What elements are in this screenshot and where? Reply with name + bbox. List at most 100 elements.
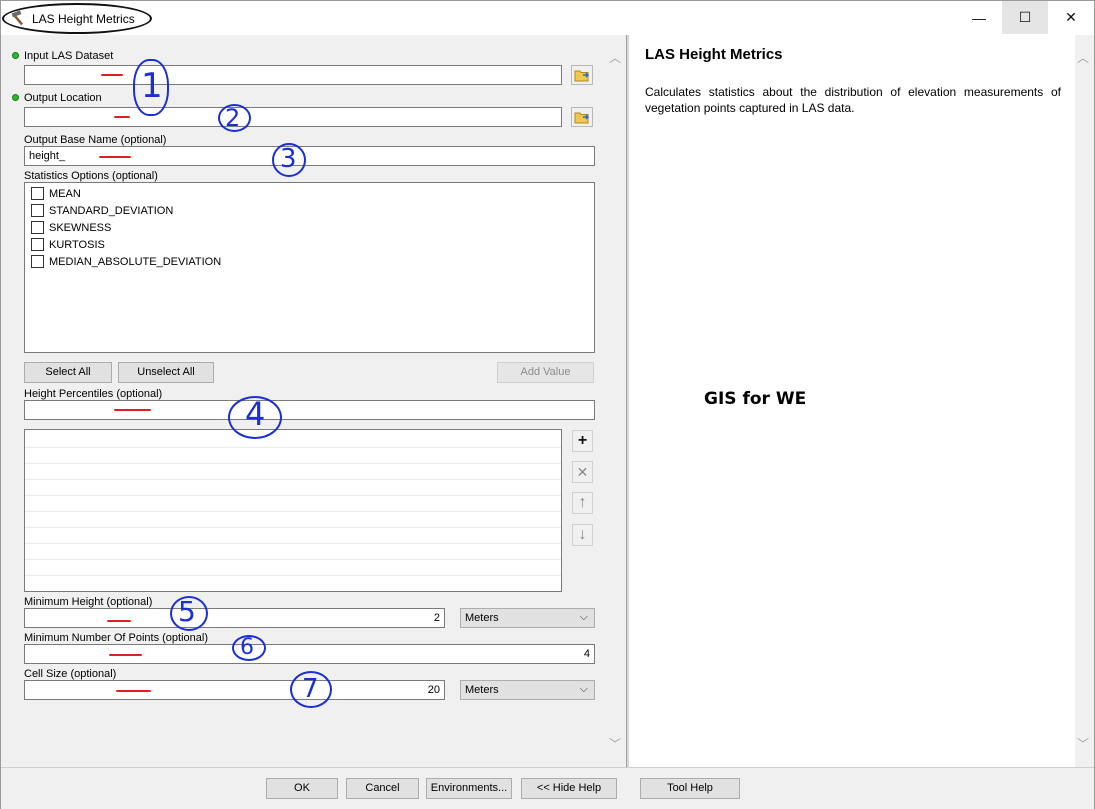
help-description: Calculates statistics about the distribu… (645, 85, 1061, 115)
statistics-options-list: MEAN STANDARD_DEVIATION SKEWNESS KURTOSI… (24, 182, 595, 353)
annotation-number: 1 (141, 66, 163, 106)
table-row (25, 575, 561, 576)
title-annotation-ellipse (2, 3, 152, 34)
output-location-browse-button[interactable] (571, 107, 593, 127)
unselect-all-button[interactable]: Unselect All (118, 362, 214, 383)
hide-help-button[interactable]: << Hide Help (521, 778, 617, 799)
checkbox[interactable] (31, 238, 44, 251)
checkbox[interactable] (31, 204, 44, 217)
statistic-option-median-absolute-deviation[interactable]: MEDIAN_ABSOLUTE_DEVIATION (31, 253, 221, 270)
red-annotation-mark (109, 654, 142, 656)
arrow-up-icon: ↑ (578, 494, 587, 511)
table-row (25, 543, 561, 544)
input-las-browse-button[interactable] (571, 65, 593, 85)
cell-size-label: Cell Size (optional) (24, 668, 117, 680)
checkbox[interactable] (31, 221, 44, 234)
annotation-number: 3 (280, 144, 297, 174)
arrow-down-icon: ↓ (578, 526, 587, 543)
option-label: STANDARD_DEVIATION (49, 204, 174, 217)
checkbox[interactable] (31, 255, 44, 268)
unit-value: Meters (465, 684, 499, 696)
maximize-icon: ☐ (1018, 9, 1032, 25)
tool-help-button[interactable]: Tool Help (640, 778, 740, 799)
table-row (25, 511, 561, 512)
environments-button[interactable]: Environments... (426, 778, 512, 799)
required-indicator-icon (12, 52, 19, 59)
move-up-button[interactable]: ↑ (572, 492, 593, 514)
unit-value: Meters (465, 612, 499, 624)
statistic-option-standard-deviation[interactable]: STANDARD_DEVIATION (31, 202, 173, 219)
annotation-number: 6 (240, 635, 254, 660)
move-down-button[interactable]: ↓ (572, 524, 593, 546)
minimum-height-unit-select[interactable]: Meters ⌵ (460, 608, 595, 628)
height-percentiles-label: Height Percentiles (optional) (24, 388, 163, 400)
minimum-height-label: Minimum Height (optional) (24, 596, 153, 608)
dialog-footer: OK Cancel Environments... << Hide Help T… (1, 767, 1094, 809)
maximize-button[interactable]: ☐ (1002, 1, 1048, 34)
option-label: KURTOSIS (49, 238, 105, 251)
select-all-button[interactable]: Select All (24, 362, 112, 383)
minimize-button[interactable]: — (956, 1, 1002, 34)
statistics-options-label: Statistics Options (optional) (24, 170, 158, 182)
option-label: SKEWNESS (49, 221, 112, 234)
table-row (25, 479, 561, 480)
minimize-icon: — (972, 9, 986, 26)
add-value-button[interactable]: Add Value (497, 362, 594, 383)
chevron-down-icon: ⌵ (579, 683, 588, 695)
remove-row-button[interactable]: ✕ (572, 461, 593, 483)
height-percentiles-field[interactable] (24, 400, 595, 420)
annotation-number: 7 (302, 674, 319, 704)
statistic-option-kurtosis[interactable]: KURTOSIS (31, 236, 105, 253)
annotation-number: 4 (245, 395, 266, 433)
output-base-name-label: Output Base Name (optional) (24, 134, 167, 146)
folder-icon (574, 70, 589, 82)
cancel-button[interactable]: Cancel (346, 778, 419, 799)
red-annotation-mark (114, 116, 130, 118)
title-bar: LAS Height Metrics — ☐ ✕ (1, 1, 1094, 35)
watermark-text: GIS for WE (704, 389, 807, 409)
scroll-up-icon[interactable]: ︿ (609, 49, 621, 66)
las-height-metrics-dialog: LAS Height Metrics — ☐ ✕ Input LAS Datas… (0, 0, 1095, 809)
chevron-down-icon: ⌵ (579, 611, 588, 623)
cell-size-unit-select[interactable]: Meters ⌵ (460, 680, 595, 700)
cell-size-field[interactable]: 20 (24, 680, 445, 700)
scroll-down-icon[interactable]: ﹀ (1077, 735, 1089, 752)
help-title: LAS Height Metrics (645, 46, 783, 63)
ok-button[interactable]: OK (266, 778, 338, 799)
scroll-down-icon[interactable]: ﹀ (609, 735, 621, 752)
red-annotation-mark (101, 74, 123, 76)
statistic-option-mean[interactable]: MEAN (31, 185, 81, 202)
annotation-number: 2 (225, 104, 241, 132)
folder-icon (574, 112, 589, 124)
red-annotation-mark (116, 690, 151, 692)
table-row (25, 463, 561, 464)
checkbox[interactable] (31, 187, 44, 200)
output-location-label: Output Location (24, 92, 102, 104)
help-panel: LAS Height Metrics Calculates statistics… (629, 35, 1075, 767)
minimum-height-field[interactable]: 2 (24, 608, 445, 628)
table-row (25, 447, 561, 448)
minimum-points-label: Minimum Number Of Points (optional) (24, 632, 209, 644)
required-indicator-icon (12, 94, 19, 101)
height-percentiles-table[interactable] (24, 429, 562, 592)
x-icon: ✕ (576, 463, 589, 480)
help-scrollbar[interactable]: ︿ ﹀ (1075, 35, 1093, 767)
red-annotation-mark (107, 620, 131, 622)
table-row (25, 495, 561, 496)
statistic-option-skewness[interactable]: SKEWNESS (31, 219, 111, 236)
option-label: MEAN (49, 187, 81, 200)
red-annotation-mark (99, 156, 131, 158)
red-annotation-mark (114, 409, 151, 411)
output-location-field[interactable] (24, 107, 562, 127)
input-las-label: Input LAS Dataset (24, 50, 114, 62)
scroll-up-icon[interactable]: ︿ (1077, 49, 1089, 66)
table-row (25, 527, 561, 528)
add-row-button[interactable]: + (572, 430, 593, 452)
close-button[interactable]: ✕ (1048, 1, 1094, 34)
annotation-number: 5 (178, 595, 196, 628)
close-icon: ✕ (1065, 9, 1077, 25)
parameters-panel: Input LAS Dataset Output Location Output… (5, 35, 625, 767)
plus-icon: + (577, 432, 588, 449)
table-row (25, 559, 561, 560)
option-label: MEDIAN_ABSOLUTE_DEVIATION (49, 255, 222, 268)
